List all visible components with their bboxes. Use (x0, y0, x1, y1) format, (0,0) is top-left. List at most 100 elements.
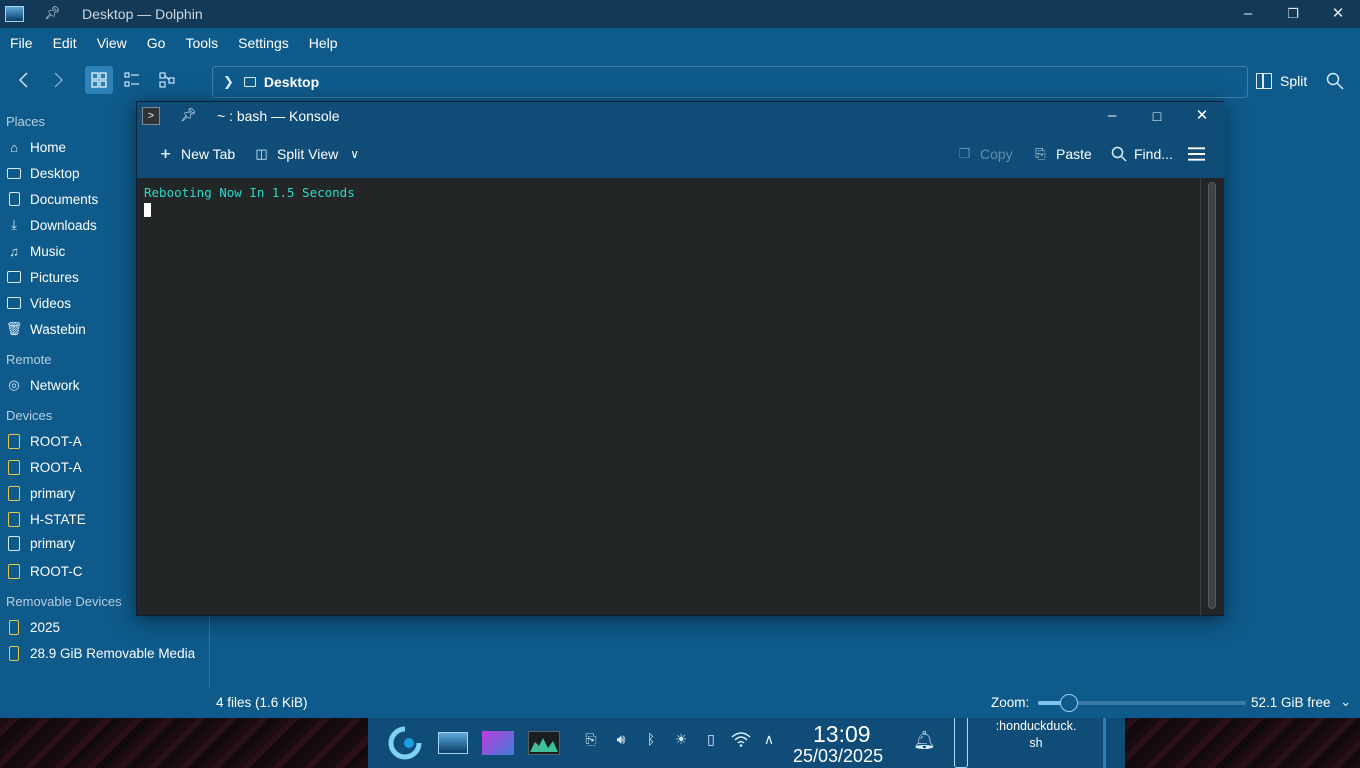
close-icon[interactable]: ✕ (1324, 2, 1352, 26)
sidebar-item-desktop[interactable]: Desktop (6, 162, 80, 184)
zoom-slider-handle[interactable] (1060, 694, 1079, 712)
menu-file[interactable]: File (10, 35, 33, 51)
konsole-titlebar[interactable]: > 📌︎ ~ : bash — Konsole – □ ✕ (137, 102, 1225, 131)
sidebar-item-pictures[interactable]: Pictures (6, 266, 79, 288)
documents-icon (6, 191, 22, 207)
new-tab-button[interactable]: ➕︎ New Tab (157, 145, 236, 162)
free-space-label[interactable]: 52.1 GiB free (1251, 695, 1331, 710)
breadcrumb[interactable]: ❯ Desktop (212, 66, 1248, 98)
chevron-down-icon[interactable]: ∨ (350, 147, 359, 161)
desktop-screen: 📌︎ Desktop — Dolphin – ❐ ✕ File Edit Vie… (0, 0, 1360, 768)
videos-icon (6, 295, 22, 311)
forward-button[interactable] (44, 66, 72, 94)
breadcrumb-desktop[interactable]: Desktop (264, 74, 319, 90)
sidebar-item-documents[interactable]: Documents (6, 188, 98, 210)
hamburger-menu-button[interactable] (1188, 145, 1212, 162)
split-view-icon: ◫ (255, 145, 268, 161)
notifications-icon[interactable]: 🔔︎ (913, 730, 936, 751)
sidebar-item-primary-2[interactable]: primary (6, 532, 75, 554)
terminal-scrollbar[interactable] (1200, 178, 1224, 615)
taskbar-panel: ⎘ 🔊︎ ᛒ ☀︎ ▯ ∧ 13:09 25/03/2025 🔔︎ :hondu… (368, 718, 1125, 768)
system-monitor-taskbar-icon[interactable] (528, 731, 560, 755)
music-icon: ♫ (9, 243, 19, 259)
split-icon (1256, 73, 1272, 89)
sidebar-item-removable-media[interactable]: 28.9 GiB Removable Media (6, 642, 195, 664)
steam-deck-logo-icon[interactable] (388, 726, 422, 760)
clipboard-icon[interactable]: ⎘ (581, 731, 601, 748)
panel-edge (1103, 718, 1106, 768)
dolphin-taskbar-icon[interactable] (438, 732, 468, 754)
paste-button[interactable]: ⎘ Paste (1032, 145, 1092, 162)
sidebar-item-root-a-2[interactable]: ROOT-A (6, 456, 82, 478)
sidebar-item-home[interactable]: ⌂ Home (6, 136, 66, 158)
sidebar-item-label: Documents (30, 191, 99, 207)
menu-help[interactable]: Help (309, 35, 338, 51)
copy-button[interactable]: ❐ Copy (956, 145, 1013, 162)
details-view-icon (124, 72, 139, 87)
sidebar-item-label: Pictures (30, 269, 79, 285)
new-tab-label: New Tab (181, 145, 236, 162)
minimize-icon[interactable]: – (1098, 104, 1126, 128)
menu-go[interactable]: Go (147, 35, 166, 51)
sidebar-item-wastebin[interactable]: 🗑︎ Wastebin (6, 318, 86, 340)
sidebar-item-downloads[interactable]: ⤓ Downloads (6, 214, 97, 236)
details-view-button[interactable] (118, 66, 146, 94)
battery-icon[interactable]: ▯ (701, 731, 721, 748)
tree-view-button[interactable] (153, 66, 181, 94)
status-bar: 4 files (1.6 KiB) Zoom: 52.1 GiB free ⌄ (210, 689, 1360, 718)
chevron-right-icon[interactable]: ❯ (223, 74, 234, 90)
devices-header: Devices (6, 408, 53, 423)
split-view-label: Split View (277, 145, 339, 162)
menu-view[interactable]: View (97, 35, 127, 51)
volume-icon[interactable]: 🔊︎ (611, 731, 631, 748)
sidebar-item-network[interactable]: ◎ Network (6, 374, 79, 396)
restore-icon[interactable]: ❐ (1279, 2, 1307, 26)
file-manager-taskbar-icon[interactable] (482, 731, 514, 755)
clock-time[interactable]: 13:09 (813, 721, 871, 748)
find-button[interactable]: Find... (1110, 145, 1173, 162)
split-view-button[interactable]: ◫ Split View ∨ (253, 145, 359, 162)
menu-tools[interactable]: Tools (185, 35, 218, 51)
new-tab-icon: ➕︎ (160, 145, 171, 161)
bluetooth-icon[interactable]: ᛒ (641, 731, 661, 747)
terminal-output[interactable]: Rebooting Now In 1.5 Seconds (137, 178, 1200, 615)
task-thumbnail-label[interactable]: :honduckduck. sh (986, 718, 1086, 752)
sidebar-item-root-c[interactable]: ROOT-C (6, 560, 83, 582)
wifi-icon[interactable] (731, 731, 751, 750)
icons-view-button[interactable] (85, 66, 113, 94)
clock-date[interactable]: 25/03/2025 (793, 746, 883, 767)
wastebin-icon: 🗑︎ (5, 321, 23, 336)
terminal-line: Rebooting Now In 1.5 Seconds (144, 185, 355, 200)
menu-edit[interactable]: Edit (53, 35, 77, 51)
sidebar-item-videos[interactable]: Videos (6, 292, 71, 314)
pin-icon[interactable]: 📌︎ (180, 107, 197, 123)
scrollbar-thumb[interactable] (1208, 182, 1216, 609)
close-icon[interactable]: ✕ (1188, 104, 1216, 128)
dolphin-titlebar[interactable]: 📌︎ Desktop — Dolphin – ❐ ✕ (0, 0, 1360, 28)
sidebar-item-label: 2025 (30, 619, 61, 635)
sidebar-item-h-state[interactable]: H-STATE (6, 508, 86, 530)
sidebar-item-root-a[interactable]: ROOT-A (6, 430, 82, 452)
search-button[interactable] (1326, 72, 1344, 95)
icons-view-icon (91, 72, 107, 88)
brightness-icon[interactable]: ☀︎ (671, 731, 691, 748)
chevron-down-icon[interactable]: ⌄ (1340, 694, 1351, 710)
usb-drive-icon (6, 645, 22, 661)
search-icon (1326, 72, 1344, 90)
minimize-icon[interactable]: – (1234, 2, 1262, 26)
sidebar-item-label: 28.9 GiB Removable Media (30, 645, 196, 661)
sidebar-item-primary[interactable]: primary (6, 482, 75, 504)
menu-settings[interactable]: Settings (238, 35, 289, 51)
split-button[interactable]: Split (1256, 66, 1307, 96)
downloads-icon: ⤓ (11, 217, 17, 232)
back-button[interactable] (10, 66, 38, 94)
show-desktop-button[interactable] (954, 718, 968, 768)
sidebar-item-2025[interactable]: 2025 (6, 616, 60, 638)
find-label: Find... (1134, 145, 1173, 162)
sidebar-item-music[interactable]: ♫ Music (6, 240, 65, 262)
chevron-up-icon[interactable]: ∧ (759, 731, 779, 748)
menubar: File Edit View Go Tools Settings Help (0, 28, 1360, 58)
maximize-icon[interactable]: □ (1143, 104, 1171, 128)
sidebar-item-label: ROOT-C (30, 563, 83, 579)
terminal-icon[interactable]: > (142, 107, 160, 125)
